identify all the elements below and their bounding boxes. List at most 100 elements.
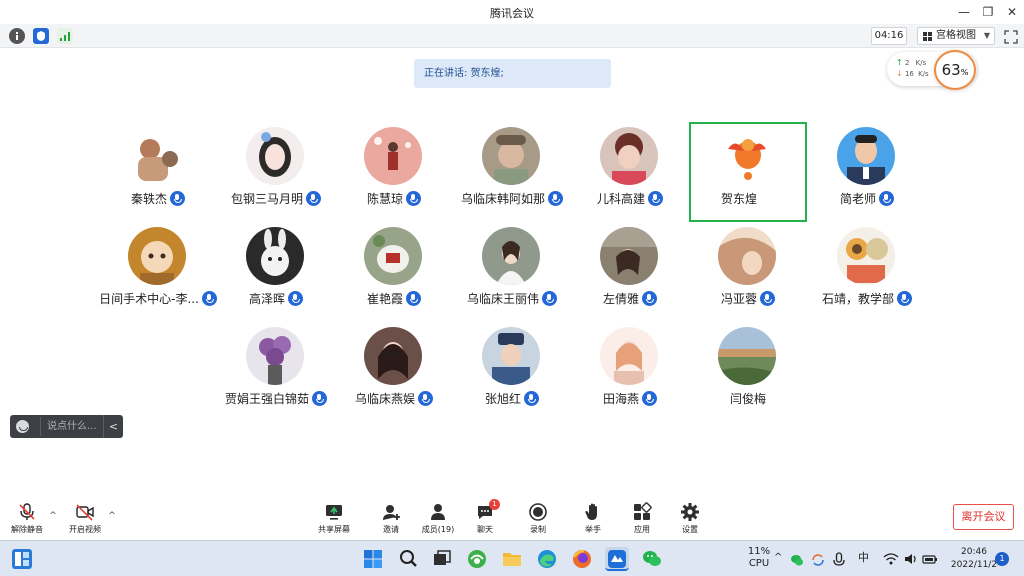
chat-button[interactable]: 1 聊天 (461, 496, 509, 540)
volume-icon[interactable] (903, 552, 919, 576)
firefox-icon[interactable] (570, 547, 594, 571)
avatar-image (482, 127, 540, 185)
gear-icon (681, 503, 699, 521)
tray-overflow-chevron-icon[interactable]: ^ (774, 541, 786, 576)
start-menu-icon[interactable] (361, 547, 385, 571)
participant-name: 日间手术中心-李... (99, 292, 199, 306)
avatar (482, 327, 540, 385)
avatar (246, 127, 304, 185)
share-screen-icon (326, 505, 342, 520)
battery-icon[interactable] (922, 552, 938, 576)
avatar-image (246, 227, 304, 285)
participant-tile[interactable]: 儿科高建 (571, 122, 689, 222)
apps-button[interactable]: 应用 (618, 496, 666, 540)
avatar (837, 227, 895, 285)
task-view-glyph (434, 550, 451, 565)
participant-tile[interactable]: 包钢三马月明 (217, 122, 335, 222)
file-explorer-icon[interactable] (500, 547, 524, 571)
mic-icon (170, 191, 185, 206)
security-shield-icon[interactable] (33, 28, 49, 44)
participant-name: 包钢三马月明 (230, 192, 303, 206)
participant-tile[interactable]: 乌临床燕娱 (335, 322, 453, 422)
share-screen-button[interactable]: 共享屏幕 (310, 496, 358, 540)
restore-button[interactable]: ❐ (977, 2, 999, 22)
wechat-icon[interactable] (640, 547, 664, 571)
record-icon (529, 503, 547, 521)
microphone-glyph (833, 552, 845, 566)
avatar-image (482, 327, 540, 385)
edge-browser-icon[interactable] (535, 547, 559, 571)
audio-options-chevron-icon[interactable]: ^ (48, 511, 58, 521)
video-options-chevron-icon[interactable]: ^ (107, 511, 117, 521)
mic-icon (879, 191, 894, 206)
chat-quick-bar: < (10, 415, 123, 438)
apps-icon (634, 502, 652, 520)
collapse-chevron-icon[interactable]: < (103, 415, 123, 438)
upload-value: 2 (904, 59, 910, 67)
unmute-button[interactable]: 解除静音 (3, 496, 51, 540)
tencent-meeting-taskbar-icon[interactable] (605, 547, 629, 571)
raise-hand-button[interactable]: 举手 (569, 496, 617, 540)
avatar-image (718, 127, 776, 185)
participant-tile[interactable]: 日间手术中心-李... (99, 222, 217, 322)
sync-tray-icon[interactable] (810, 552, 826, 576)
fullscreen-glyph (1004, 30, 1018, 44)
settings-button[interactable]: 设置 (666, 496, 714, 540)
avatar-image (246, 127, 304, 185)
record-button[interactable]: 录制 (514, 496, 562, 540)
browser-360-icon[interactable] (465, 547, 489, 571)
chat-input[interactable] (40, 417, 104, 436)
participant-tile[interactable]: 左倩雅 (571, 222, 689, 322)
leave-meeting-button[interactable]: 离开会议 (953, 504, 1014, 530)
participant-tile[interactable]: 田海燕 (571, 322, 689, 422)
avatar-image (482, 227, 540, 285)
task-view-icon[interactable] (430, 547, 454, 571)
unmute-label: 解除静音 (11, 525, 43, 534)
view-mode-dropdown[interactable]: 宫格视图 ▼ (917, 27, 995, 45)
microphone-tray-icon[interactable] (832, 552, 846, 576)
participant-tile[interactable]: 陈慧琼 (335, 122, 453, 222)
view-mode-label: 宫格视图 (936, 30, 976, 41)
participant-tile[interactable]: 冯亚蓉 (689, 222, 807, 322)
wifi-icon[interactable] (883, 552, 899, 576)
participant-tile[interactable]: 高泽晖 (217, 222, 335, 322)
emoji-icon[interactable] (16, 420, 29, 433)
search-icon[interactable] (396, 547, 420, 571)
participant-tile[interactable]: 简老师 (808, 122, 926, 222)
participant-name: 闫俊梅 (729, 392, 766, 406)
participant-tile[interactable]: 闫俊梅 (689, 322, 807, 422)
fullscreen-icon[interactable] (1004, 29, 1018, 44)
participant-tile[interactable]: 乌临床王丽伟 (453, 222, 571, 322)
start-video-button[interactable]: 开启视频 (61, 496, 109, 540)
signal-strength-icon[interactable] (57, 28, 73, 44)
arrow-up-icon: ↑ (896, 58, 903, 67)
close-button[interactable]: ✕ (1001, 2, 1023, 22)
avatar-image (128, 227, 186, 285)
participant-tile[interactable]: 崔艳霞 (335, 222, 453, 322)
participant-tile[interactable]: 乌临床韩阿如那 (453, 122, 571, 222)
participant-tile-speaking[interactable]: 贺东煌 (689, 122, 807, 222)
participant-tile[interactable]: 贾娟王强白锦茹 (217, 322, 335, 422)
participant-name: 石靖，教学部 (821, 292, 894, 306)
participant-tile[interactable]: 石靖，教学部 (808, 222, 926, 322)
participant-tile[interactable]: 张旭红 (453, 322, 571, 422)
ime-indicator[interactable]: 中 (858, 541, 874, 576)
notification-count-badge[interactable]: 1 (995, 552, 1009, 566)
cpu-tray-widget[interactable]: 11% CPU (744, 546, 774, 576)
widgets-icon[interactable] (12, 549, 32, 569)
info-icon[interactable] (9, 28, 25, 44)
window-title: 腾讯会议 (490, 7, 534, 20)
meeting-timer: 04:16 (871, 27, 907, 45)
avatar (246, 227, 304, 285)
participant-name: 乌临床韩阿如那 (460, 192, 545, 206)
share-screen-label: 共享屏幕 (318, 525, 350, 534)
participant-name: 高泽晖 (248, 292, 285, 306)
minimize-button[interactable]: — (953, 2, 975, 22)
wechat-tray-icon[interactable] (790, 553, 806, 576)
chevron-down-icon: ▼ (983, 31, 990, 40)
tray-cpu-value: 11% (747, 546, 771, 557)
avatar (718, 127, 776, 185)
firefox-glyph (573, 549, 591, 568)
avatar (600, 327, 658, 385)
participant-tile[interactable]: 秦轶杰 (99, 122, 217, 222)
